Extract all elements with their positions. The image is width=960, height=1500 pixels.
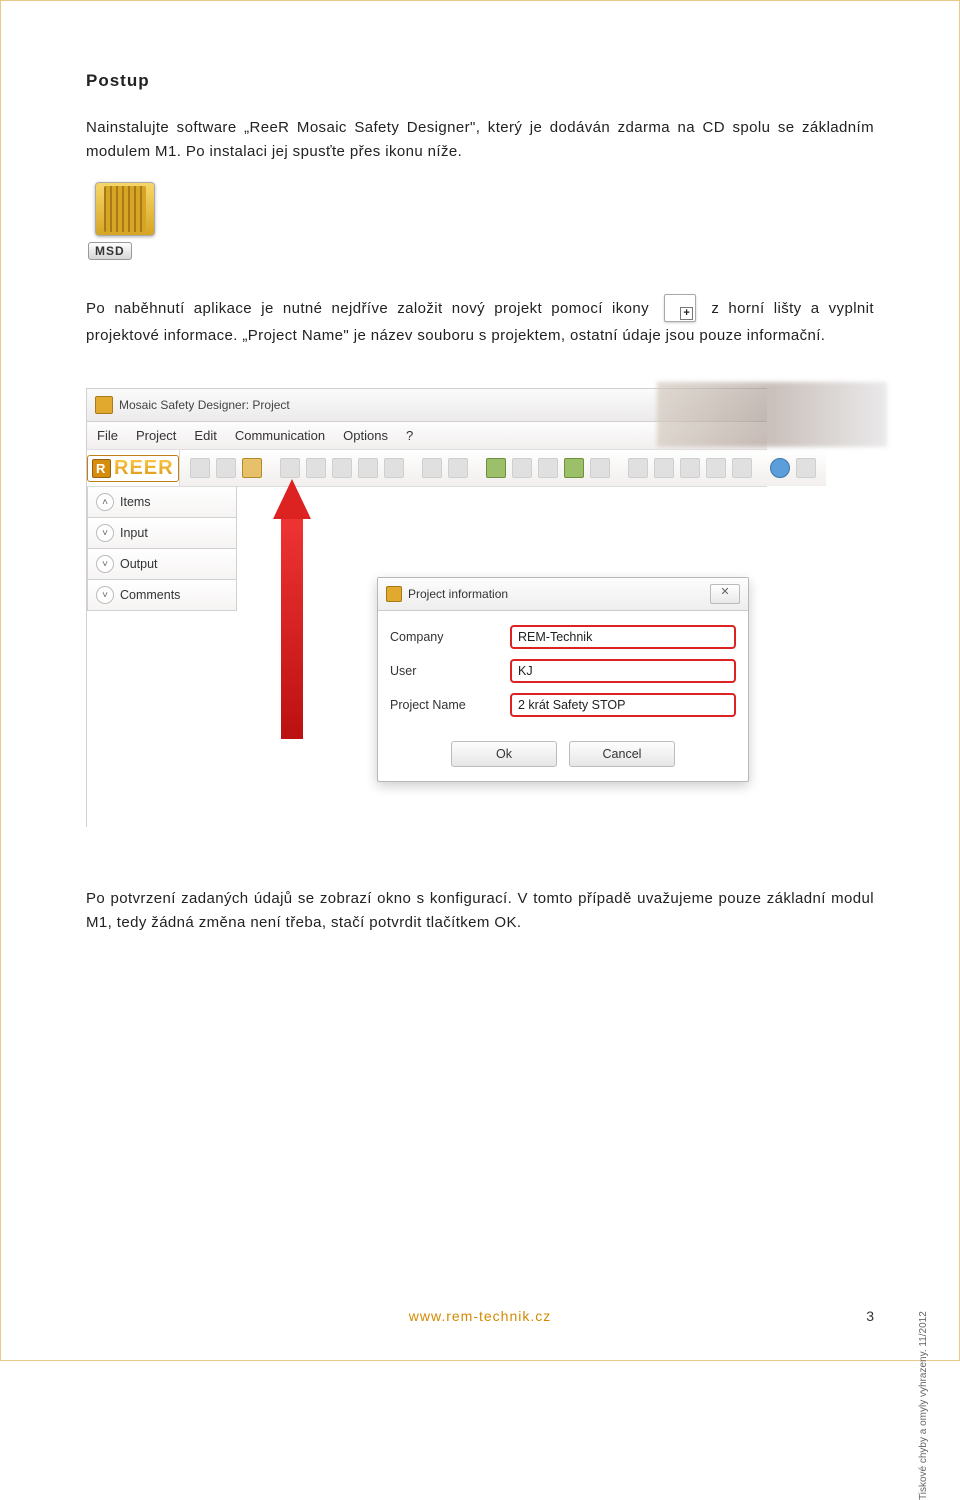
- msd-shortcut-icon: MSD: [86, 182, 164, 260]
- sidebar-item-items[interactable]: ˄ Items: [87, 487, 237, 518]
- dialog-icon: [386, 586, 402, 602]
- close-button[interactable]: ✕: [710, 584, 740, 604]
- toolbar-icon[interactable]: [384, 458, 404, 478]
- reer-logo-r-icon: [92, 459, 111, 478]
- toolbar-open-icon[interactable]: [216, 458, 236, 478]
- menu-options[interactable]: Options: [343, 428, 388, 443]
- footer-side-note: Tiskové chyby a omyly vyhrazeny. 11/2012: [918, 1260, 929, 1500]
- sidebar-item-label: Input: [120, 526, 148, 540]
- window-icon: [95, 396, 113, 414]
- paragraph-intro: Nainstalujte software „ReeR Mosaic Safet…: [86, 116, 874, 164]
- toolbar-monitor-icon[interactable]: [706, 458, 726, 478]
- menu-bar: File Project Edit Communication Options …: [87, 422, 767, 450]
- menu-communication[interactable]: Communication: [235, 428, 325, 443]
- sidebar-item-label: Items: [120, 495, 151, 509]
- dialog-title: Project information: [408, 587, 508, 601]
- menu-help[interactable]: ?: [406, 428, 413, 443]
- canvas-area: Project information ✕ Company REM-Techni…: [237, 487, 767, 827]
- reer-logo-text: REER: [114, 457, 174, 480]
- toolbar-icon[interactable]: [306, 458, 326, 478]
- toolbar-user-icon[interactable]: [242, 458, 262, 478]
- chevron-down-icon: ˅: [96, 586, 114, 604]
- menu-file[interactable]: File: [97, 428, 118, 443]
- sidebar-item-comments[interactable]: ˅ Comments: [87, 580, 237, 611]
- window-title: Mosaic Safety Designer: Project: [119, 398, 290, 412]
- user-label: User: [390, 664, 510, 678]
- footer-link[interactable]: www.rem-technik.cz: [409, 1308, 551, 1324]
- sidebar-item-output[interactable]: ˅ Output: [87, 549, 237, 580]
- heading-postup: Postup: [86, 71, 874, 91]
- new-project-icon: [664, 294, 696, 322]
- toolbar-icon[interactable]: [332, 458, 352, 478]
- company-field[interactable]: REM-Technik: [510, 625, 736, 649]
- toolbar-undo-icon[interactable]: [422, 458, 442, 478]
- annotation-arrow: [273, 479, 311, 739]
- footer-url: www.rem-technik.cz: [1, 1308, 959, 1324]
- reer-logo: REER: [87, 450, 180, 486]
- toolbar-icon[interactable]: [680, 458, 700, 478]
- document-page: Postup Nainstalujte software „ReeR Mosai…: [0, 0, 960, 1361]
- toolbar-row: REER: [87, 450, 767, 487]
- paragraph-newproject: Po naběhnutí aplikace je nutné nejdříve …: [86, 294, 874, 348]
- menu-edit[interactable]: Edit: [194, 428, 216, 443]
- app-screenshot: Mosaic Safety Designer: Project File Pro…: [86, 388, 767, 827]
- toolbar-new-icon[interactable]: [190, 458, 210, 478]
- project-name-label: Project Name: [390, 698, 510, 712]
- msd-icon-label: MSD: [88, 242, 132, 260]
- toolbar-help-icon[interactable]: [770, 458, 790, 478]
- toolbar-icon[interactable]: [732, 458, 752, 478]
- toolbar-icon[interactable]: [796, 458, 816, 478]
- toolbar-icon[interactable]: [538, 458, 558, 478]
- project-name-field[interactable]: 2 krát Safety STOP: [510, 693, 736, 717]
- toolbar-print-icon[interactable]: [358, 458, 378, 478]
- toolbar-check-icon[interactable]: [486, 458, 506, 478]
- ok-button[interactable]: Ok: [451, 741, 557, 767]
- chevron-down-icon: ˅: [96, 555, 114, 573]
- company-label: Company: [390, 630, 510, 644]
- user-field[interactable]: KJ: [510, 659, 736, 683]
- app-body: ˄ Items ˅ Input ˅ Output ˅ Comments: [87, 487, 767, 827]
- sidebar-item-label: Comments: [120, 588, 180, 602]
- menu-project[interactable]: Project: [136, 428, 176, 443]
- project-information-dialog: Project information ✕ Company REM-Techni…: [377, 577, 749, 782]
- toolbar-icon[interactable]: [512, 458, 532, 478]
- toolbar-zoom-icon[interactable]: [654, 458, 674, 478]
- paragraph-newproject-a: Po naběhnutí aplikace je nutné nejdříve …: [86, 300, 649, 317]
- toolbar-save-icon[interactable]: [280, 458, 300, 478]
- toolbar-status-icon[interactable]: [564, 458, 584, 478]
- dialog-titlebar: Project information ✕: [378, 578, 748, 611]
- msd-icon-box: [95, 182, 155, 236]
- chevron-up-icon: ˄: [96, 493, 114, 511]
- toolbar-redo-icon[interactable]: [448, 458, 468, 478]
- cancel-button[interactable]: Cancel: [569, 741, 675, 767]
- page-number: 3: [866, 1308, 874, 1324]
- sidebar: ˄ Items ˅ Input ˅ Output ˅ Comments: [87, 487, 237, 611]
- chevron-down-icon: ˅: [96, 524, 114, 542]
- sidebar-item-label: Output: [120, 557, 158, 571]
- toolbar-icon[interactable]: [628, 458, 648, 478]
- dialog-form: Company REM-Technik User KJ Project Name…: [378, 611, 748, 733]
- paragraph-confirm: Po potvrzení zadaných údajů se zobrazí o…: [86, 887, 874, 935]
- sidebar-item-input[interactable]: ˅ Input: [87, 518, 237, 549]
- toolbar-icon[interactable]: [590, 458, 610, 478]
